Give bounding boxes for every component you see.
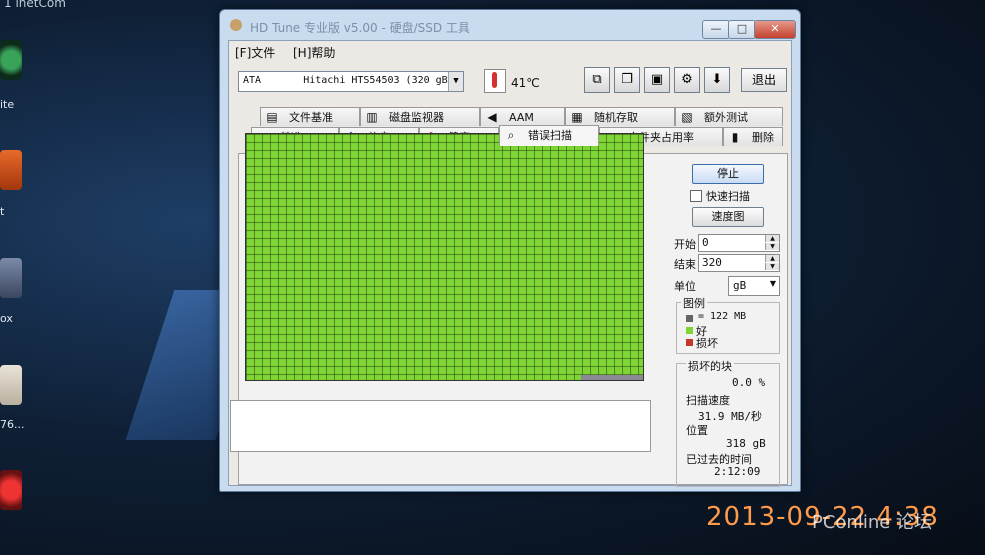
spin-up-icon[interactable]: ▲ [765, 255, 779, 262]
desktop-top-text: 1 lnetCom [4, 0, 66, 10]
drive-select[interactable]: ATA Hitachi HTS54503 (320 gB) ▼ [238, 71, 464, 92]
desktop-app-icon[interactable] [0, 40, 22, 80]
save-icon[interactable]: ▣ [644, 67, 670, 93]
scan-block-grid [245, 133, 644, 381]
desktop-app-icon[interactable] [0, 150, 22, 190]
damaged-blocks-label: 损坏的块 [686, 358, 734, 374]
tab-aam[interactable]: ◀ AAM [480, 107, 565, 126]
minimize-button[interactable]: — [702, 20, 730, 39]
unit-select[interactable]: gB ▼ [728, 276, 780, 296]
start-value: 0 [702, 236, 709, 249]
options-icon[interactable]: ⚙ [674, 67, 700, 93]
desktop-app-icon[interactable] [0, 258, 22, 298]
title-bar[interactable]: HD Tune 专业版 v5.00 - 硬盘/SSD 工具 — □ ✕ [220, 10, 800, 40]
copy-screenshot-icon[interactable]: ❐ [614, 67, 640, 93]
toolbar: ATA Hitachi HTS54503 (320 gB) ▼ 41℃ ⧉ ❐ … [229, 63, 791, 103]
quick-scan-checkbox[interactable] [690, 190, 702, 202]
menu-help[interactable]: [H]帮助 [293, 44, 335, 61]
position-label: 位置 [686, 424, 708, 437]
hdtune-app-icon [230, 19, 242, 31]
stop-button[interactable]: 停止 [692, 164, 764, 184]
desktop-icon-label: 76... [0, 418, 25, 431]
legend-block-swatch [686, 315, 693, 322]
copy-text-icon[interactable]: ⧉ [584, 67, 610, 93]
desktop-app-icon[interactable] [0, 470, 22, 510]
exit-button[interactable]: 退出 [741, 68, 787, 92]
scan-log-area [230, 400, 651, 452]
menu-file[interactable]: [F]文件 [235, 44, 275, 61]
end-value: 320 [702, 256, 722, 269]
desktop-icon-label: ox [0, 312, 13, 325]
legend-title: 图例 [681, 295, 707, 311]
desktop-file-icon[interactable] [0, 365, 22, 405]
window-title: HD Tune 专业版 v5.00 - 硬盘/SSD 工具 [250, 21, 470, 35]
unit-label: 单位 [674, 280, 696, 293]
chevron-down-icon: ▼ [448, 72, 463, 91]
hdtune-window: HD Tune 专业版 v5.00 - 硬盘/SSD 工具 — □ ✕ [F]文… [219, 9, 801, 492]
tab-error-scan[interactable]: ⌕ 错误扫描 [499, 125, 599, 146]
damaged-blocks-value: 0.0 % [732, 376, 766, 389]
start-spinbox[interactable]: 0 ▲ ▼ [698, 234, 780, 252]
speaker-icon: ◀ [487, 110, 497, 124]
elapsed-time-value: 2:12:09 [714, 465, 761, 478]
start-label: 开始 [674, 238, 696, 251]
temperature-readout: 41℃ [511, 76, 540, 90]
unscanned-blocks [581, 375, 643, 380]
chevron-down-icon: ▼ [769, 279, 776, 288]
drive-select-value: ATA Hitachi HTS54503 (320 gB) [243, 75, 454, 86]
spin-down-icon[interactable]: ▼ [765, 263, 779, 270]
close-button[interactable]: ✕ [754, 20, 796, 39]
end-spinbox[interactable]: 320 ▲ ▼ [698, 254, 780, 272]
site-watermark: PConline 论坛 [812, 512, 933, 533]
desktop-icon-label: t [0, 205, 5, 218]
extra-tests-icon: ▧ [681, 110, 693, 124]
thermometer-icon [484, 69, 506, 93]
maximize-button[interactable]: □ [728, 20, 756, 39]
magnifier-icon: ⌕ [507, 128, 515, 142]
disk-monitor-icon: ▥ [366, 110, 378, 124]
unit-value: gB [733, 279, 747, 292]
position-value: 318 gB [726, 437, 766, 450]
speed-map-button[interactable]: 速度图 [692, 207, 764, 227]
legend-bad-label: 损坏 [696, 337, 718, 350]
tab-extra-tests[interactable]: ▧ 额外测试 [675, 107, 783, 126]
legend-good-swatch [686, 327, 693, 334]
file-benchmark-icon: ▤ [266, 110, 278, 124]
end-label: 结束 [674, 258, 696, 271]
download-arrow-icon[interactable]: ⬇ [704, 67, 730, 93]
legend-bad-swatch [686, 339, 693, 346]
spin-up-icon[interactable]: ▲ [765, 235, 779, 242]
menu-bar: [F]文件 [H]帮助 [229, 41, 791, 63]
legend-block-size: = 122 MB [698, 311, 747, 322]
tab-disk-monitor[interactable]: ▥ 磁盘监视器 [360, 107, 480, 126]
tab-random-access[interactable]: ▦ 随机存取 [565, 107, 675, 126]
random-access-icon: ▦ [571, 110, 583, 124]
desktop-icon-label: ite [0, 98, 15, 111]
spin-down-icon[interactable]: ▼ [765, 243, 779, 250]
scan-speed-label: 扫描速度 [686, 394, 730, 407]
scan-controls: 停止 快速扫描 速度图 开始 0 ▲ ▼ 结束 320 ▲ ▼ 单位 gB ▼ … [662, 130, 780, 487]
tab-file-benchmark[interactable]: ▤ 文件基准 [260, 107, 360, 126]
quick-scan-label: 快速扫描 [706, 190, 750, 203]
